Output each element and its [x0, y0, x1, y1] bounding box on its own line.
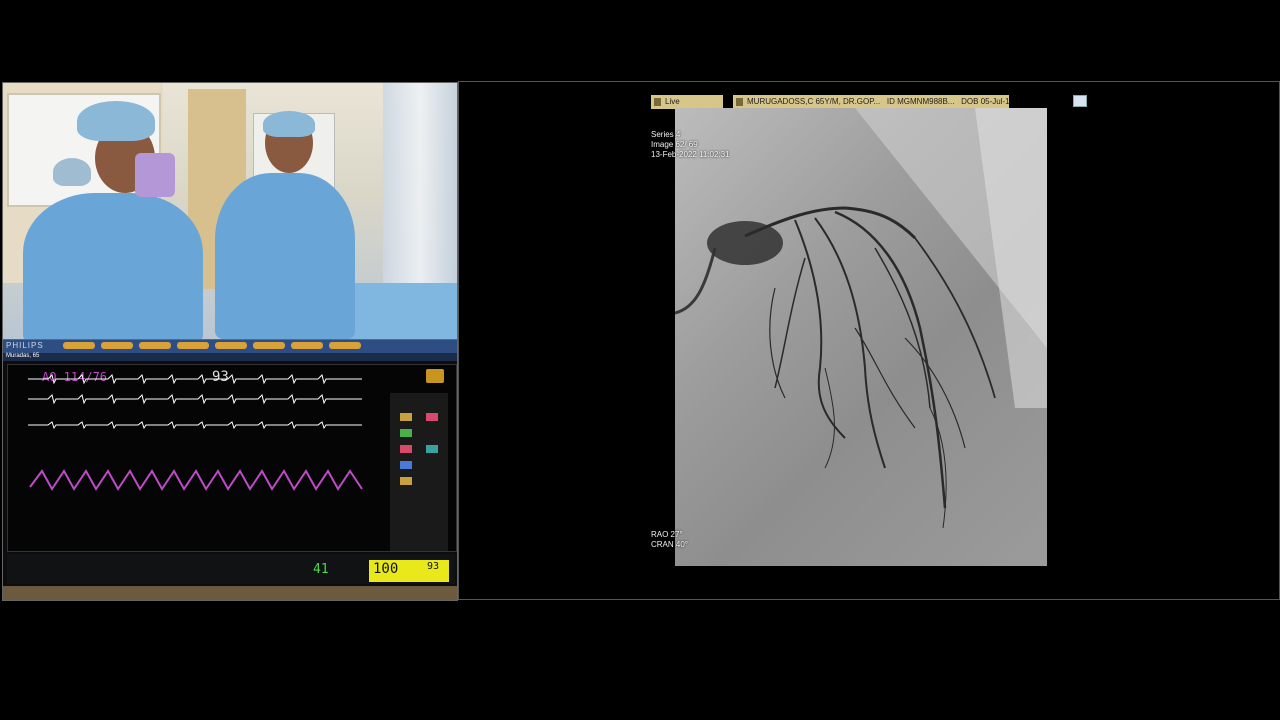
spo2-value: 100	[373, 561, 399, 577]
monitor-tab[interactable]	[63, 342, 95, 349]
surgeon-1-cap	[77, 101, 155, 141]
monitor-tab[interactable]	[139, 342, 171, 349]
vitals-screen: AO 114/76 93	[7, 364, 457, 552]
patient-name: Muradas, 65	[6, 353, 40, 359]
dob-value: 05-Jul-1956	[980, 97, 1009, 106]
sterile-drape	[383, 83, 457, 313]
pressure-waveform	[29, 469, 363, 491]
operating-room-camera-feed	[2, 82, 458, 340]
monitor-taskbar	[3, 586, 457, 600]
surgeon-2-gown	[215, 173, 355, 339]
alarm-bell-icon[interactable]	[426, 369, 444, 383]
live-icon	[654, 98, 661, 106]
monitor-tab[interactable]	[101, 342, 133, 349]
patient-info: MURUGADOSS,C 65Y/M, DR.GOP...	[747, 97, 881, 106]
ecg-lead-3-waveform	[28, 421, 362, 430]
id-label: ID	[886, 97, 895, 106]
patient-bar	[3, 353, 457, 361]
rao-angle: RAO 27°	[651, 530, 683, 539]
patient-info-bar: MURUGADOSS,C 65Y/M, DR.GOP... ID MGMNM98…	[733, 95, 1009, 109]
spo2-pulse-value: 93	[427, 561, 440, 572]
patient-monitor: PHILIPS Muradas, 65 AO 114/76 93 41 100 …	[2, 339, 458, 601]
monitor-tab[interactable]	[177, 342, 209, 349]
dob-label: DOB	[961, 97, 979, 106]
monitor-tab[interactable]	[291, 342, 323, 349]
viewer-settings-icon[interactable]	[1073, 95, 1087, 107]
monitor-brand: PHILIPS	[6, 341, 44, 350]
live-label: Live	[665, 97, 680, 106]
surgeon-1-gown	[23, 193, 203, 339]
monitor-tab[interactable]	[215, 342, 247, 349]
monitor-menu-tabs	[63, 342, 361, 349]
projection-angle-overlay: RAO 27° CRAN 40°	[651, 530, 688, 550]
side-panel-icons	[400, 413, 438, 485]
monitor-side-panel	[390, 393, 448, 551]
surgeon-1-mask	[135, 153, 175, 197]
monitor-tab[interactable]	[329, 342, 361, 349]
series-label: Series 4	[651, 130, 681, 139]
angiography-viewer: Live MURUGADOSS,C 65Y/M, DR.GOP... ID MG…	[458, 81, 1280, 600]
series-info-overlay: Series 4 Image 62/ 69 13-Feb-2022 11:02:…	[651, 130, 730, 160]
coronary-vessels	[675, 108, 1047, 529]
coronary-angiogram-image	[675, 108, 1047, 566]
id-value: MGMNM988B...	[897, 97, 955, 106]
ecg-lead-2-waveform	[28, 394, 362, 405]
waveform-area	[28, 374, 363, 491]
assistant-cap	[53, 158, 91, 186]
cran-angle: CRAN 40°	[651, 540, 688, 549]
acquisition-date: 13-Feb-2022 11:02:31	[651, 150, 730, 159]
monitor-tab[interactable]	[253, 342, 285, 349]
surgeon-2-cap	[263, 111, 315, 137]
patient-icon	[736, 98, 743, 106]
respiration-rate-value: 41	[313, 562, 329, 577]
ecg-lead-1-waveform	[28, 374, 362, 385]
live-indicator[interactable]: Live	[651, 95, 723, 109]
image-index: Image 62/ 69	[651, 140, 698, 149]
